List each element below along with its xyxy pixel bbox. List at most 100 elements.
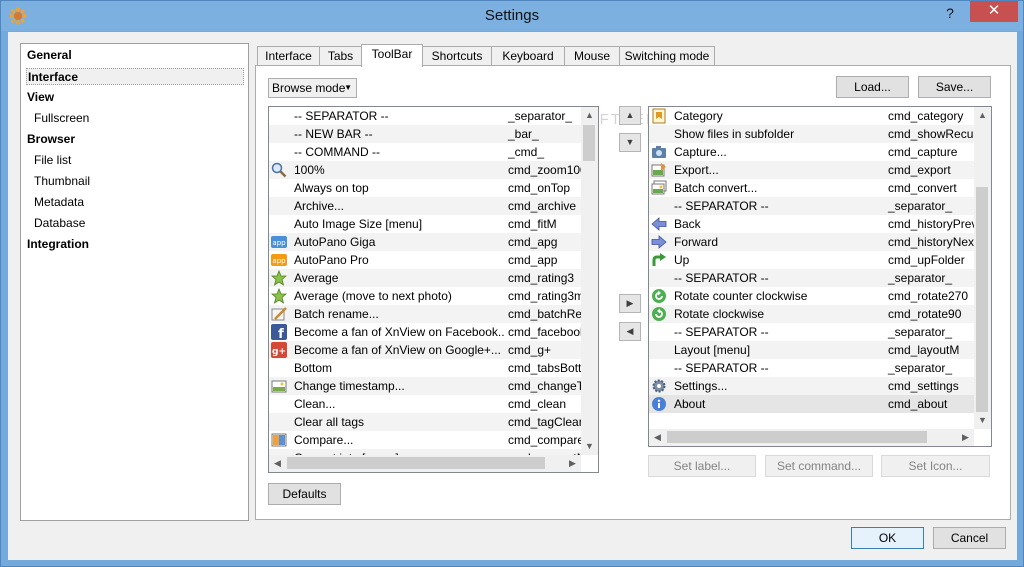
tab-tabs[interactable]: Tabs (319, 46, 362, 66)
command-row[interactable]: Average (move to next photo) cmd_rating3m (269, 287, 581, 305)
nav-item-interface[interactable]: Interface (26, 68, 244, 85)
mode-select[interactable]: Browse mode ▼ (268, 78, 357, 98)
command-row[interactable]: -- NEW BAR -- _bar_ (269, 125, 581, 143)
command-id: _separator_ (888, 361, 953, 375)
set-label-button[interactable]: Set label... (648, 455, 756, 477)
up-arrow-icon (651, 252, 667, 268)
tab-interface[interactable]: Interface (257, 46, 320, 66)
remove-from-toolbar-button[interactable]: ◀ (619, 322, 641, 341)
command-row[interactable]: Always on top cmd_onTop (269, 179, 581, 197)
command-row[interactable]: Export... cmd_export (649, 161, 974, 179)
tab-keyboard[interactable]: Keyboard (491, 46, 565, 66)
command-row[interactable]: Archive... cmd_archive (269, 197, 581, 215)
tab-switching-mode[interactable]: Switching mode (619, 46, 715, 66)
nav-item-metadata[interactable]: Metadata (33, 194, 244, 211)
settings-category-tree[interactable]: General Interface View Fullscreen Browser Fil… (20, 43, 249, 521)
scroll-down-icon[interactable]: ▼ (974, 412, 991, 429)
command-label: Bottom (294, 361, 333, 375)
tab-mouse[interactable]: Mouse (564, 46, 620, 66)
command-row[interactable]: Batch rename... cmd_batchRena (269, 305, 581, 323)
move-down-button[interactable]: ▼ (619, 133, 641, 152)
nav-item-integration[interactable]: Integration (26, 236, 244, 253)
command-row[interactable]: -- COMMAND -- _cmd_ (269, 143, 581, 161)
command-row[interactable]: Compare... cmd_compare (269, 431, 581, 449)
scroll-right-icon[interactable]: ▶ (564, 455, 581, 472)
title-bar[interactable]: Settings ? ✕ (1, 1, 1023, 31)
command-row[interactable]: Rotate counter clockwise cmd_rotate270 (649, 287, 974, 305)
command-row[interactable]: -- SEPARATOR -- _separator_ (649, 323, 974, 341)
command-row[interactable]: Back cmd_historyPrev (649, 215, 974, 233)
command-label: AutoPano Giga (294, 235, 376, 249)
left-horizontal-scrollbar[interactable]: ◀ ▶ (269, 455, 581, 472)
scroll-down-icon[interactable]: ▼ (581, 438, 598, 455)
scroll-right-icon[interactable]: ▶ (957, 429, 974, 446)
scroll-left-icon[interactable]: ◀ (269, 455, 286, 472)
command-row[interactable]: Batch convert... cmd_convert (649, 179, 974, 197)
rotate-ccw-icon (651, 288, 667, 304)
current-toolbar-list[interactable]: Category cmd_category Show files in subfol… (648, 106, 992, 447)
available-commands-list[interactable]: -- SEPARATOR -- _separator_ -- NEW BAR -- _… (268, 106, 599, 473)
move-up-button[interactable]: ▲ (619, 106, 641, 125)
command-row[interactable]: 100% cmd_zoom100 (269, 161, 581, 179)
tab-shortcuts[interactable]: Shortcuts (422, 46, 492, 66)
chevron-down-icon: ▼ (344, 83, 352, 92)
defaults-button[interactable]: Defaults (268, 483, 341, 505)
command-row[interactable]: Average cmd_rating3 (269, 269, 581, 287)
command-row[interactable]: -- SEPARATOR -- _separator_ (269, 107, 581, 125)
command-row[interactable]: -- SEPARATOR -- _separator_ (649, 359, 974, 377)
nav-item-browser[interactable]: Browser (26, 131, 244, 148)
svg-text:app: app (272, 239, 286, 247)
help-button[interactable]: ? (937, 3, 963, 23)
left-vertical-scrollbar[interactable]: ▲ ▼ (581, 107, 598, 455)
nav-item-view[interactable]: View (26, 89, 244, 106)
command-row[interactable]: f Become a fan of XnView on Facebook... cm… (269, 323, 581, 341)
command-row[interactable]: Change timestamp... cmd_changeTim (269, 377, 581, 395)
set-icon-button[interactable]: Set Icon... (881, 455, 990, 477)
ok-button[interactable]: OK (851, 527, 924, 549)
command-row[interactable]: app AutoPano Giga cmd_apg (269, 233, 581, 251)
command-row[interactable]: Auto Image Size [menu] cmd_fitM (269, 215, 581, 233)
right-vertical-scrollbar[interactable]: ▲ ▼ (974, 107, 991, 429)
command-row[interactable]: app AutoPano Pro cmd_app (269, 251, 581, 269)
command-row[interactable]: Forward cmd_historyNext (649, 233, 974, 251)
cancel-button[interactable]: Cancel (933, 527, 1006, 549)
command-row[interactable]: Clean... cmd_clean (269, 395, 581, 413)
save-button[interactable]: Save... (918, 76, 991, 98)
command-row[interactable]: Show files in subfolder cmd_showRecur (649, 125, 974, 143)
right-vscroll-thumb[interactable] (976, 187, 988, 412)
command-row[interactable]: Settings... cmd_settings (649, 377, 974, 395)
command-row[interactable]: Clear all tags cmd_tagClearAll (269, 413, 581, 431)
scroll-up-icon[interactable]: ▲ (974, 107, 991, 124)
command-id: cmd_rating3m (508, 289, 581, 303)
nav-item-database[interactable]: Database (33, 215, 244, 232)
scroll-left-icon[interactable]: ◀ (649, 429, 666, 446)
right-hscroll-thumb[interactable] (667, 431, 927, 443)
command-row[interactable]: -- SEPARATOR -- _separator_ (649, 269, 974, 287)
add-to-toolbar-button[interactable]: ▶ (619, 294, 641, 313)
nav-item-general[interactable]: General (26, 47, 244, 64)
command-row[interactable]: About cmd_about (649, 395, 974, 413)
command-id: cmd_historyNext (888, 235, 974, 249)
left-hscroll-thumb[interactable] (287, 457, 545, 469)
right-horizontal-scrollbar[interactable]: ◀ ▶ (649, 429, 974, 446)
command-row[interactable]: Layout [menu] cmd_layoutM (649, 341, 974, 359)
tab-toolbar[interactable]: ToolBar (361, 44, 423, 67)
command-row[interactable]: Rotate clockwise cmd_rotate90 (649, 305, 974, 323)
command-row[interactable]: Capture... cmd_capture (649, 143, 974, 161)
command-id: cmd_historyPrev (888, 217, 974, 231)
command-id: cmd_upFolder (888, 253, 965, 267)
nav-item-thumbnail[interactable]: Thumbnail (33, 173, 244, 190)
command-id: _separator_ (888, 271, 953, 285)
command-row[interactable]: Up cmd_upFolder (649, 251, 974, 269)
load-button[interactable]: Load... (836, 76, 909, 98)
close-button[interactable]: ✕ (970, 1, 1018, 22)
nav-item-fullscreen[interactable]: Fullscreen (33, 110, 244, 127)
command-row[interactable]: g+ Become a fan of XnView on Google+... cm… (269, 341, 581, 359)
set-command-button[interactable]: Set command... (765, 455, 873, 477)
command-row[interactable]: Category cmd_category (649, 107, 974, 125)
command-row[interactable]: -- SEPARATOR -- _separator_ (649, 197, 974, 215)
scroll-up-icon[interactable]: ▲ (581, 107, 598, 124)
nav-item-file-list[interactable]: File list (33, 152, 244, 169)
command-row[interactable]: Bottom cmd_tabsBotton (269, 359, 581, 377)
left-vscroll-thumb[interactable] (583, 125, 595, 161)
